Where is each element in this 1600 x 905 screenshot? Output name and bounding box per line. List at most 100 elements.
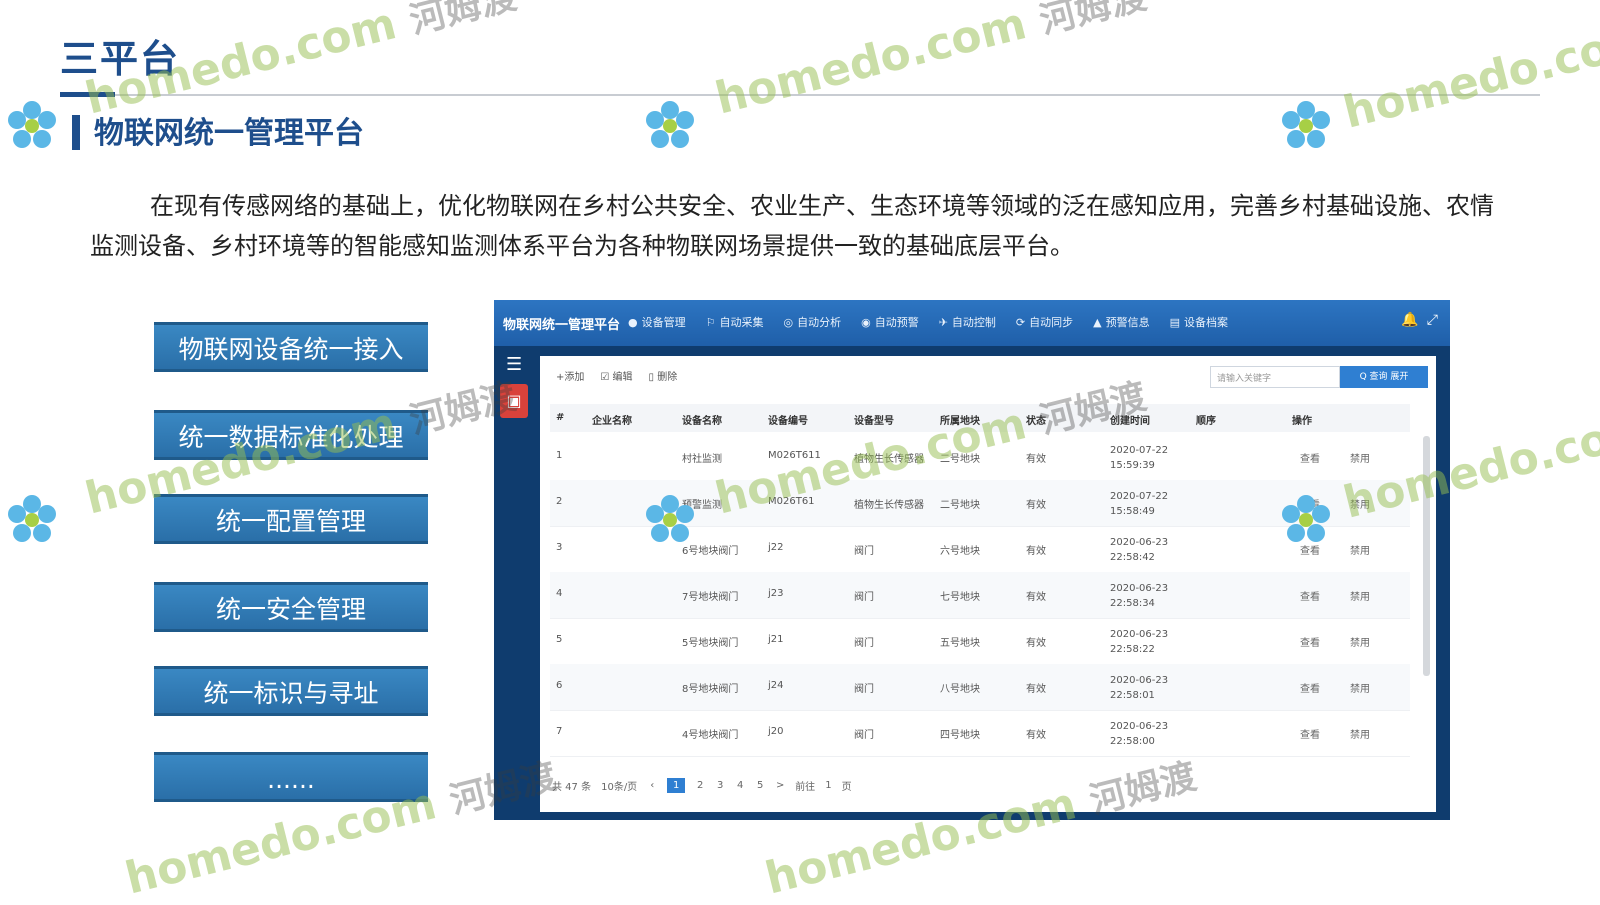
nav-label: 自动采集 — [719, 316, 764, 329]
expand-icon[interactable]: ⤢ — [1427, 312, 1438, 328]
view-button[interactable]: 查看 — [1300, 542, 1320, 557]
search-input[interactable]: 请输入关键字 — [1210, 366, 1340, 388]
nav-item-warning[interactable]: ▲ 预警信息 — [1093, 314, 1149, 330]
col-device-code[interactable]: 设备编号 — [768, 412, 808, 427]
disable-button[interactable]: 禁用 — [1350, 496, 1370, 511]
watermark: homedo.com — [1339, 12, 1600, 138]
col-device-name[interactable]: 设备名称 — [682, 412, 722, 427]
page-button[interactable]: 1 — [667, 778, 686, 793]
watermark-cn: 河姆渡 — [405, 0, 521, 43]
cell-device-model: 阀门 — [854, 684, 874, 695]
cell-status: 有效 — [1026, 546, 1046, 557]
next-page-button[interactable]: > — [775, 780, 785, 791]
disable-button[interactable]: 禁用 — [1350, 634, 1370, 649]
nav-label: 设备档案 — [1184, 316, 1229, 329]
table-row: 1 村社监测 M026T611 植物生长传感器 二号地块 有效 2020-07-… — [550, 434, 1410, 481]
feature-label: ...... — [267, 765, 315, 794]
col-status[interactable]: 状态 — [1026, 412, 1046, 427]
col-device-model[interactable]: 设备型号 — [854, 412, 894, 427]
feature-data-standard: 统一数据标准化处理 — [154, 410, 428, 460]
table-scrollbar[interactable] — [1423, 436, 1430, 676]
nav-item-control[interactable]: ✈ 自动控制 — [939, 314, 996, 330]
feature-security: 统一安全管理 — [154, 582, 428, 632]
table-row: 3 6号地块阀门 j22 阀门 六号地块 有效 2020-06-23 22:58… — [550, 526, 1410, 573]
page-button[interactable]: 4 — [735, 780, 745, 791]
plane-icon: ✈ — [938, 315, 948, 329]
feature-label: 物联网设备统一接入 — [178, 335, 404, 364]
delete-button[interactable]: ▯ 删除 — [649, 368, 678, 383]
col-actions: 操作 — [1292, 416, 1312, 427]
watermark-text: homedo.com — [1338, 12, 1600, 139]
cell-plot: 二号地块 — [940, 500, 980, 511]
nav-item-sync[interactable]: ⟳ 自动同步 — [1016, 314, 1073, 330]
feature-label: 统一标识与寻址 — [203, 679, 379, 708]
cell-device-name: 8号地块阀门 — [682, 684, 739, 695]
table-row: 7 4号地块阀门 j20 阀门 四号地块 有效 2020-06-23 22:58… — [550, 710, 1410, 757]
view-button[interactable]: 查看 — [1300, 588, 1320, 603]
warning-icon: ▲ — [1093, 315, 1102, 329]
disable-button[interactable]: 禁用 — [1350, 542, 1370, 557]
view-button[interactable]: 查看 — [1300, 496, 1320, 511]
goto-page-input[interactable]: 1 — [825, 780, 831, 791]
watermark-text: homedo.com — [710, 0, 1032, 125]
view-button[interactable]: 查看 — [1300, 680, 1320, 695]
view-button[interactable]: 查看 — [1300, 726, 1320, 741]
menu-icon[interactable]: ☰ — [506, 354, 522, 375]
add-button[interactable]: +添加 — [556, 368, 584, 383]
app-window: 物联网统一管理平台 ● 设备管理 ⚐ 自动采集 ◎ 自动分析 ◉ 自动预警 ✈ 自动控制 … — [494, 300, 1450, 820]
cell-device-code: j23 — [768, 588, 784, 599]
cell-created: 2020-06-23 22:58:22 — [1110, 629, 1169, 655]
cell-device-code: j21 — [768, 634, 784, 645]
cell-device-code: j20 — [768, 726, 784, 737]
cell-index: 7 — [556, 726, 563, 737]
nav-item-device[interactable]: ● 设备管理 — [628, 314, 686, 330]
disable-button[interactable]: 禁用 — [1350, 726, 1370, 741]
disable-button[interactable]: 禁用 — [1350, 450, 1370, 465]
cell-device-code: M026T611 — [768, 450, 821, 461]
page-button[interactable]: 5 — [755, 780, 765, 791]
table-row: 4 7号地块阀门 j23 阀门 七号地块 有效 2020-06-23 22:58… — [550, 572, 1410, 619]
col-order[interactable]: 顺序 — [1196, 412, 1216, 427]
edit-button[interactable]: ☑ 编辑 — [600, 368, 632, 383]
nav-label: 自动分析 — [797, 316, 842, 329]
page-button[interactable]: 2 — [695, 780, 705, 791]
page-title: 三平台 — [60, 37, 181, 81]
cell-index: 4 — [556, 588, 563, 599]
page-size-select[interactable]: 10条/页 — [601, 778, 637, 793]
watermark: homedo.com 河姆渡 — [710, 0, 1151, 125]
cell-plot: 七号地块 — [940, 592, 980, 603]
flower-logo-icon — [8, 101, 56, 148]
view-button[interactable]: 查看 — [1300, 450, 1320, 465]
cell-index: 2 — [556, 496, 563, 507]
user-icon[interactable]: ▣ — [500, 384, 528, 418]
view-button[interactable]: 查看 — [1300, 634, 1320, 649]
col-plot[interactable]: 所属地块 — [940, 412, 980, 427]
bell-icon[interactable]: 🔔 — [1401, 312, 1418, 328]
cell-device-name: 5号地块阀门 — [682, 638, 739, 649]
nav-label: 自动同步 — [1029, 316, 1074, 329]
table-row: 2 预警监测 M026T61 植物生长传感器 二号地块 有效 2020-07-2… — [550, 480, 1410, 527]
prev-page-button[interactable]: ‹ — [647, 780, 657, 791]
cell-plot: 五号地块 — [940, 638, 980, 649]
page-unit-label: 页 — [841, 782, 852, 793]
pagination: 共 47 条 10条/页 ‹ 1 2 3 4 5 > 前往 1 页 — [552, 778, 852, 793]
cell-status: 有效 — [1026, 638, 1046, 649]
nav-item-collect[interactable]: ⚐ 自动采集 — [706, 314, 764, 330]
nav-item-alert[interactable]: ◉ 自动预警 — [861, 314, 919, 330]
col-company[interactable]: 企业名称 — [592, 412, 632, 427]
nav-item-archive[interactable]: ▤ 设备档案 — [1170, 314, 1228, 330]
page-button[interactable]: 3 — [715, 780, 725, 791]
feature-addressing: 统一标识与寻址 — [154, 666, 428, 716]
feature-more: ...... — [154, 752, 428, 802]
content-panel: +添加 ☑ 编辑 ▯ 删除 请输入关键字 Q 查询 展开 # 企业名称 设备名称… — [540, 356, 1436, 812]
app-header: 物联网统一管理平台 ● 设备管理 ⚐ 自动采集 ◎ 自动分析 ◉ 自动预警 ✈ 自动控制 … — [494, 300, 1450, 346]
feature-label: 统一数据标准化处理 — [178, 423, 404, 452]
nav-item-analyze[interactable]: ◎ 自动分析 — [783, 314, 841, 330]
cell-device-model: 阀门 — [854, 546, 874, 557]
file-icon: ▤ — [1169, 315, 1181, 329]
feature-config: 统一配置管理 — [154, 494, 428, 544]
col-created[interactable]: 创建时间 — [1110, 412, 1150, 427]
search-button[interactable]: Q 查询 展开 — [1340, 366, 1428, 388]
disable-button[interactable]: 禁用 — [1350, 588, 1370, 603]
disable-button[interactable]: 禁用 — [1350, 680, 1370, 695]
